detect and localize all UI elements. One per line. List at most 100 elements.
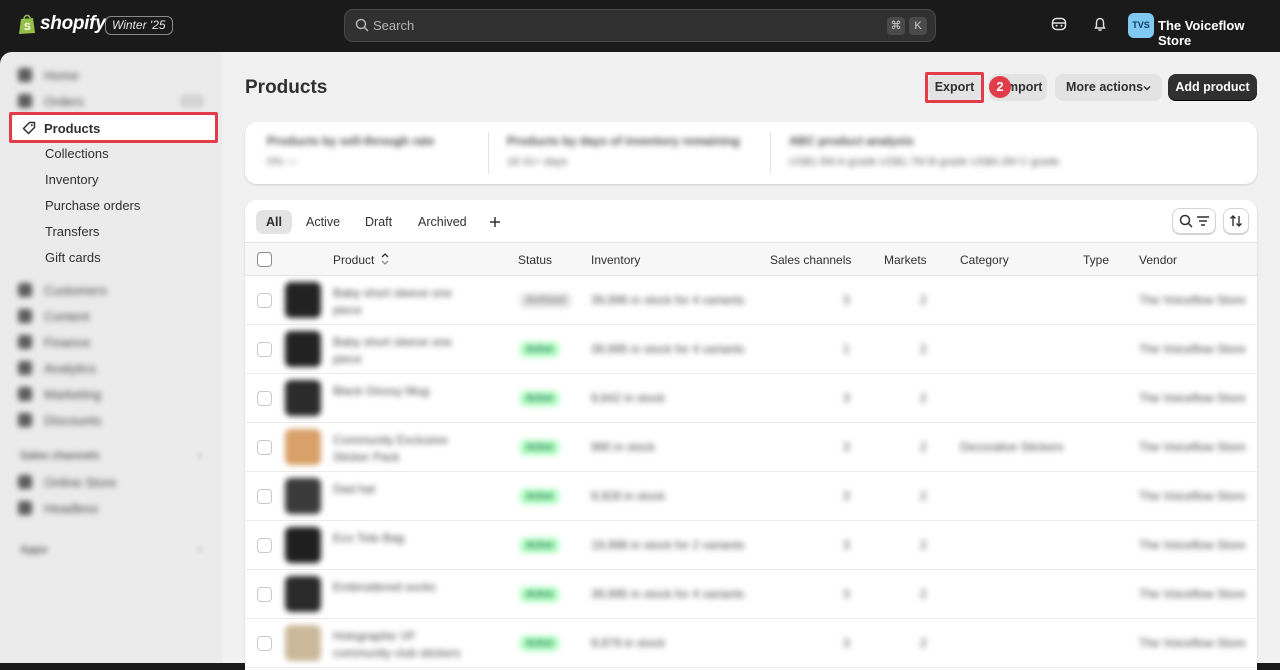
tab-draft[interactable]: Draft bbox=[355, 210, 402, 234]
product-name[interactable]: Community Exclusive Sticker Pack bbox=[333, 432, 473, 466]
sort-button[interactable] bbox=[1223, 208, 1249, 234]
column-header-type[interactable]: Type bbox=[1083, 253, 1109, 267]
tab-active[interactable]: Active bbox=[296, 210, 350, 234]
table-row[interactable]: Black Glossy Mug Active 9,642 in stock 3 2 Th… bbox=[245, 374, 1257, 423]
table-header: Product Status Inventory Sales channels … bbox=[245, 242, 1257, 276]
stat-title: Products by sell-through rate bbox=[267, 134, 435, 148]
target-icon bbox=[18, 387, 32, 401]
sidekick-icon[interactable] bbox=[1051, 16, 1067, 32]
inventory-value: 9,642 in stock bbox=[591, 391, 666, 405]
sidebar-item-orders[interactable]: Orders bbox=[18, 91, 84, 111]
sidebar-item-home[interactable]: Home bbox=[18, 65, 79, 85]
headless-icon bbox=[18, 501, 32, 515]
table-row[interactable]: Community Exclusive Sticker Pack Active 99… bbox=[245, 423, 1257, 472]
product-name[interactable]: Holographic VF community club stickers bbox=[333, 628, 473, 662]
analytics-card[interactable]: Products by sell-through rate 0% — Produ… bbox=[245, 122, 1257, 184]
sidebar-item-label: Marketing bbox=[44, 386, 102, 402]
divider bbox=[770, 132, 771, 174]
sidebar-item-discounts[interactable]: Discounts bbox=[18, 410, 101, 430]
chevron-right-icon[interactable]: › bbox=[198, 544, 202, 556]
vendor-value: The Voiceflow Store bbox=[1139, 293, 1246, 307]
stat-abc-analysis: ABC product analysis US$1.5M A-grade US$… bbox=[789, 134, 1059, 168]
column-header-status[interactable]: Status bbox=[518, 253, 552, 267]
product-name[interactable]: Baby short sleeve one piece bbox=[333, 334, 473, 368]
sidebar-subitem-transfers[interactable]: Transfers bbox=[45, 224, 99, 239]
vendor-value: The Voiceflow Store bbox=[1139, 538, 1246, 552]
status-badge: Active bbox=[520, 587, 560, 602]
product-thumbnail bbox=[285, 625, 321, 661]
markets-value: 2 bbox=[920, 293, 927, 307]
row-checkbox[interactable] bbox=[257, 636, 272, 651]
row-checkbox[interactable] bbox=[257, 489, 272, 504]
table-row[interactable]: Baby short sleeve one piece Archived 39,99… bbox=[245, 276, 1257, 325]
sidebar-item-marketing[interactable]: Marketing bbox=[18, 384, 101, 404]
shopify-logo[interactable]: S shopify bbox=[18, 13, 106, 35]
inventory-value: 39,996 in stock for 4 variants bbox=[591, 293, 745, 307]
sidebar-subitem-collections[interactable]: Collections bbox=[45, 146, 109, 161]
stat-value: 0% — bbox=[267, 156, 297, 168]
row-checkbox[interactable] bbox=[257, 391, 272, 406]
column-header-vendor[interactable]: Vendor bbox=[1139, 253, 1177, 267]
table-row[interactable]: Embroidered socks Active 39,995 in stock f… bbox=[245, 570, 1257, 619]
product-name[interactable]: Eco Tote Bag bbox=[333, 530, 473, 547]
store-name[interactable]: The Voiceflow Store bbox=[1158, 18, 1280, 48]
select-all-checkbox[interactable] bbox=[257, 252, 272, 267]
inventory-value: 9,979 in stock bbox=[591, 636, 666, 650]
row-checkbox[interactable] bbox=[257, 293, 272, 308]
markets-value: 2 bbox=[920, 587, 927, 601]
plus-icon[interactable] bbox=[489, 216, 501, 228]
search-bar[interactable]: ⌘ K bbox=[344, 9, 936, 42]
row-checkbox[interactable] bbox=[257, 538, 272, 553]
inventory-value: 39,995 in stock for 4 variants bbox=[591, 342, 745, 356]
table-row[interactable]: Dad hat Active 9,928 in stock 3 2 The Voicefl… bbox=[245, 472, 1257, 521]
vendor-value: The Voiceflow Store bbox=[1139, 342, 1246, 356]
sidebar-item-headless[interactable]: Headless bbox=[18, 498, 98, 518]
bell-icon[interactable] bbox=[1092, 16, 1108, 32]
product-name[interactable]: Dad hat bbox=[333, 481, 473, 498]
sidebar-subitem-purchase-orders[interactable]: Purchase orders bbox=[45, 198, 140, 213]
inventory-value: 990 in stock bbox=[591, 440, 656, 454]
markets-value: 2 bbox=[920, 391, 927, 405]
table-row[interactable]: Eco Tote Bag Active 19,998 in stock for 2 … bbox=[245, 521, 1257, 570]
store-avatar[interactable]: TVS bbox=[1128, 13, 1154, 38]
search-filter-button[interactable] bbox=[1172, 208, 1216, 234]
row-checkbox[interactable] bbox=[257, 342, 272, 357]
sidebar-item-customers[interactable]: Customers bbox=[18, 280, 107, 300]
search-input[interactable] bbox=[373, 10, 873, 41]
column-header-markets[interactable]: Markets bbox=[884, 253, 927, 267]
product-name[interactable]: Baby short sleeve one piece bbox=[333, 285, 473, 319]
table-row[interactable]: Baby short sleeve one piece Active 39,995 … bbox=[245, 325, 1257, 374]
product-name[interactable]: Black Glossy Mug bbox=[333, 383, 473, 400]
sidebar-item-label: Content bbox=[44, 308, 90, 324]
sidebar-subitem-gift-cards[interactable]: Gift cards bbox=[45, 250, 101, 265]
more-actions-button[interactable]: More actions bbox=[1055, 74, 1162, 101]
edition-badge: Winter '25 bbox=[105, 16, 173, 35]
sidebar-subitem-inventory[interactable]: Inventory bbox=[45, 172, 98, 187]
search-icon bbox=[355, 18, 369, 32]
column-header-product[interactable]: Product bbox=[333, 253, 389, 267]
sidebar-item-online-store[interactable]: Online Store bbox=[18, 472, 116, 492]
tab-archived[interactable]: Archived bbox=[408, 210, 477, 234]
product-thumbnail bbox=[285, 282, 321, 318]
divider bbox=[488, 132, 489, 174]
table-row[interactable]: Holographic VF community club stickers Ac… bbox=[245, 619, 1257, 668]
column-header-inventory[interactable]: Inventory bbox=[591, 253, 640, 267]
vendor-value: The Voiceflow Store bbox=[1139, 489, 1246, 503]
k-key: K bbox=[909, 17, 927, 35]
row-checkbox[interactable] bbox=[257, 440, 272, 455]
content-icon bbox=[18, 309, 32, 323]
row-checkbox[interactable] bbox=[257, 587, 272, 602]
status-badge: Archived bbox=[520, 293, 571, 308]
sidebar-item-label: Analytics bbox=[44, 360, 97, 376]
sidebar-item-finance[interactable]: Finance bbox=[18, 332, 90, 352]
status-badge: Active bbox=[520, 538, 560, 553]
sidebar-item-content[interactable]: Content bbox=[18, 306, 90, 326]
chevron-right-icon[interactable]: › bbox=[198, 450, 202, 462]
tab-all[interactable]: All bbox=[256, 210, 292, 234]
sidebar-item-analytics[interactable]: Analytics bbox=[18, 358, 96, 378]
product-name[interactable]: Embroidered socks bbox=[333, 579, 473, 596]
column-header-sales-channels[interactable]: Sales channels bbox=[770, 253, 851, 267]
column-header-category[interactable]: Category bbox=[960, 253, 1009, 267]
add-product-button[interactable]: Add product bbox=[1168, 74, 1257, 101]
bank-icon bbox=[18, 335, 32, 349]
